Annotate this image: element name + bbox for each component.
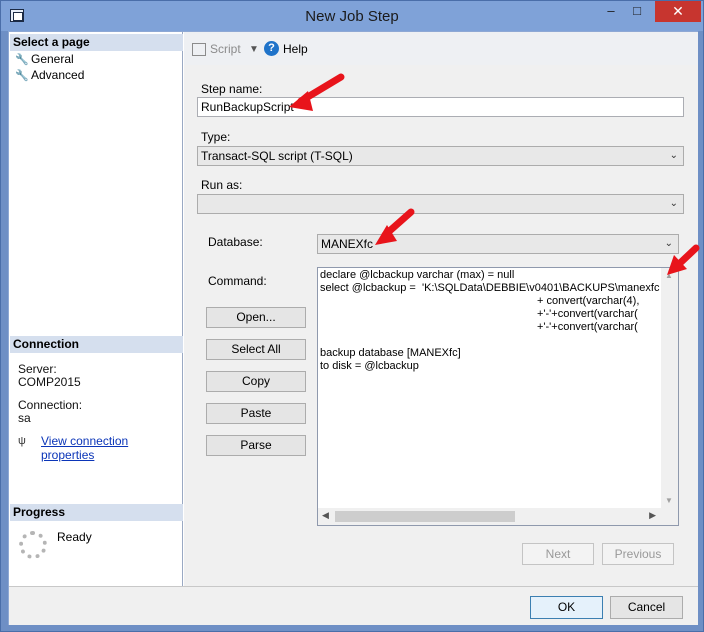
help-button[interactable]: Help	[283, 42, 308, 56]
connection-properties-icon: ψ	[18, 435, 26, 447]
type-select[interactable]: Transact-SQL script (T-SQL) ⌄	[197, 146, 684, 166]
ok-button[interactable]: OK	[530, 596, 603, 619]
close-button[interactable]: ✕	[655, 1, 701, 22]
type-label: Type:	[201, 130, 231, 144]
wrench-icon: 🔧	[15, 70, 29, 82]
select-all-button[interactable]: Select All	[206, 339, 306, 360]
page-item-general[interactable]: 🔧 General	[15, 52, 74, 66]
horizontal-scrollbar[interactable]: ◀ ▶	[318, 508, 661, 525]
wrench-icon: 🔧	[15, 54, 29, 66]
command-line: + convert(varchar(4),	[320, 295, 640, 307]
script-dropdown-caret-icon[interactable]: ▼	[249, 44, 259, 55]
toolbar: Script ▼ ? Help	[184, 32, 698, 65]
server-label: Server:	[18, 362, 57, 376]
scroll-down-icon[interactable]: ▼	[665, 496, 673, 505]
database-select-value: MANEXfc	[321, 237, 374, 251]
page-label-general: General	[31, 52, 74, 66]
connection-value: sa	[18, 411, 31, 425]
command-line: select @lcbackup = 'K:\SQLData\DEBBIE\v0…	[320, 282, 660, 294]
script-icon	[192, 43, 206, 56]
open-button[interactable]: Open...	[206, 307, 306, 328]
run-as-select[interactable]: ⌄	[197, 194, 684, 214]
select-page-header: Select a page	[10, 34, 183, 51]
progress-spinner-icon	[19, 531, 47, 559]
vertical-scrollbar[interactable]: ▲ ▼	[661, 268, 678, 509]
progress-header: Progress	[10, 504, 183, 521]
run-as-label: Run as:	[201, 178, 243, 192]
step-name-label: Step name:	[201, 82, 263, 96]
type-select-value: Transact-SQL script (T-SQL)	[201, 149, 353, 163]
left-pane: Select a page 🔧 General 🔧 Advanced Connect…	[9, 32, 183, 586]
chevron-down-icon: ⌄	[669, 198, 678, 209]
parse-button[interactable]: Parse	[206, 435, 306, 456]
dialog-window: New Job Step – □ ✕ Select a page 🔧 Genera…	[0, 0, 704, 632]
horizontal-scroll-thumb[interactable]	[335, 511, 515, 522]
chevron-down-icon: ⌄	[664, 238, 673, 249]
previous-button[interactable]: Previous	[602, 543, 674, 565]
database-label: Database:	[208, 235, 263, 249]
next-button[interactable]: Next	[522, 543, 594, 565]
view-connection-properties-link[interactable]: View connection properties	[41, 434, 182, 462]
command-line: backup database [MANEXfc]	[320, 347, 461, 359]
maximize-button[interactable]: □	[624, 1, 650, 22]
command-line: declare @lcbackup varchar (max) = null	[320, 269, 515, 281]
page-label-advanced: Advanced	[31, 68, 85, 82]
database-select[interactable]: MANEXfc ⌄	[317, 234, 679, 254]
step-name-input[interactable]: RunBackupScript	[197, 97, 684, 117]
general-page: Script ▼ ? Help Step name: RunBackupScri…	[184, 32, 698, 586]
command-textarea[interactable]: declare @lcbackup varchar (max) = null s…	[317, 267, 679, 526]
command-label: Command:	[208, 274, 267, 288]
help-icon[interactable]: ?	[264, 41, 279, 56]
dialog-button-bar: OK Cancel	[9, 586, 698, 625]
chevron-down-icon: ⌄	[669, 150, 678, 161]
script-button[interactable]: Script	[210, 42, 241, 56]
dialog-client-area: Select a page 🔧 General 🔧 Advanced Connect…	[8, 31, 698, 625]
cancel-button[interactable]: Cancel	[610, 596, 683, 619]
scroll-up-icon[interactable]: ▲	[665, 271, 673, 280]
scrollbar-corner	[661, 508, 678, 525]
title-bar: New Job Step – □ ✕	[1, 1, 703, 31]
paste-button[interactable]: Paste	[206, 403, 306, 424]
connection-label: Connection:	[18, 398, 83, 412]
command-line: to disk = @lcbackup	[320, 360, 419, 372]
copy-button[interactable]: Copy	[206, 371, 306, 392]
scroll-left-icon[interactable]: ◀	[322, 510, 329, 521]
command-line: +'-'+convert(varchar(	[320, 321, 638, 333]
connection-header: Connection	[10, 336, 183, 353]
minimize-button[interactable]: –	[598, 1, 624, 22]
page-item-advanced[interactable]: 🔧 Advanced	[15, 68, 84, 82]
command-line: +'-'+convert(varchar(	[320, 308, 638, 320]
progress-status: Ready	[57, 530, 92, 544]
scroll-right-icon[interactable]: ▶	[649, 510, 656, 521]
server-value: COMP2015	[18, 375, 81, 389]
